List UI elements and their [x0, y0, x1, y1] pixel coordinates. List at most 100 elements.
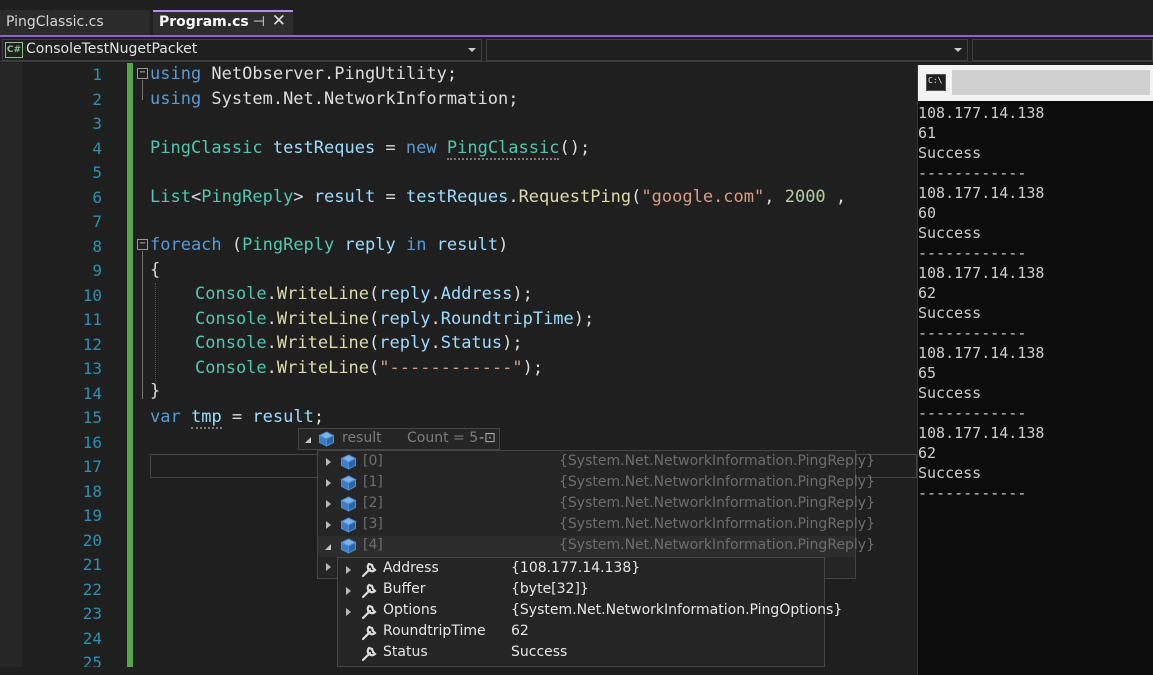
console-line: Success [918, 464, 982, 482]
code-line-8: foreach (PingReply reply in result) [150, 235, 509, 255]
console-line: 108.177.14.138 [918, 344, 1045, 362]
expand-triangle-icon[interactable] [326, 479, 331, 487]
type-dropdown[interactable] [486, 39, 968, 61]
collapse-icon[interactable]: − [137, 239, 148, 250]
collapse-triangle-icon[interactable] [325, 544, 331, 550]
console-app-icon: C:\ _ [926, 74, 946, 92]
property-value: 62 [511, 623, 529, 639]
datatip-item-row[interactable]: [4] {System.Net.NetworkInformation.PingRe… [318, 536, 875, 557]
expand-triangle-icon[interactable] [326, 458, 331, 466]
pin-datatip-icon[interactable]: -⊡ [479, 430, 496, 446]
code-line-12: Console.WriteLine(reply.Status); [195, 333, 523, 353]
console-line: ------------ [918, 244, 1027, 262]
datatip-item-index: [0] [363, 453, 383, 469]
tab-program-cs[interactable]: Program.cs ⊣ ✕ [153, 10, 293, 35]
code-line-11: Console.WriteLine(reply.RoundtripTime); [195, 309, 595, 329]
expand-triangle-icon[interactable] [346, 587, 351, 595]
tab-label: Program.cs [159, 14, 249, 30]
property-name: Buffer [383, 581, 426, 597]
datatip-item-index: [4] [363, 537, 383, 553]
pin-tab-icon[interactable]: ⊣ [253, 12, 265, 33]
property-wrench-icon [361, 562, 377, 578]
datatip-item-value: {System.Net.NetworkInformation.PingReply… [559, 495, 875, 511]
property-name: Options [383, 602, 438, 618]
datatip-item-index: [2] [363, 495, 383, 511]
property-value: {System.Net.NetworkInformation.PingOptio… [511, 602, 843, 618]
code-line-6: List<PingReply> result = testReques.Requ… [150, 187, 847, 207]
console-line: 60 [918, 204, 937, 222]
property-value: {byte[32]} [511, 581, 589, 597]
datatip-property-row[interactable]: Options {System.Net.NetworkInformation.Pi… [338, 601, 842, 622]
console-line: ------------ [918, 164, 1027, 182]
datatip-item-value: {System.Net.NetworkInformation.PingReply… [559, 537, 875, 553]
datatip-item-row[interactable]: [3] {System.Net.NetworkInformation.PingRe… [318, 515, 875, 536]
code-line-14: } [150, 381, 161, 401]
expand-triangle-icon[interactable] [346, 608, 351, 616]
close-tab-icon[interactable]: ✕ [272, 11, 286, 32]
property-name: Status [383, 644, 428, 660]
datatip-property-row[interactable]: RoundtripTime 62 [338, 622, 824, 643]
variable-cube-icon [340, 475, 357, 491]
datatip-header[interactable]: result Count = 5 -⊡ [298, 428, 500, 450]
console-window[interactable]: C:\ _ 108.177.14.138 61 Success ------------… [917, 65, 1153, 675]
console-line: Success [918, 144, 982, 162]
datatip-item-index: [1] [363, 474, 383, 490]
variable-cube-icon [340, 454, 357, 470]
console-line: ------------ [918, 324, 1027, 342]
collapse-icon[interactable]: − [137, 68, 148, 79]
expand-triangle-icon[interactable] [346, 566, 351, 574]
datatip-item-row[interactable]: [2] {System.Net.NetworkInformation.PingRe… [318, 494, 875, 515]
console-line: 62 [918, 284, 937, 302]
project-dropdown[interactable]: C# ConsoleTestNugetPacket [2, 39, 482, 61]
variable-cube-icon [340, 496, 357, 512]
collapse-triangle-icon[interactable] [305, 437, 311, 443]
datatip-item-index: [3] [363, 516, 383, 532]
property-wrench-icon [361, 625, 377, 641]
datatip-item-value: {System.Net.NetworkInformation.PingReply… [559, 453, 875, 469]
variable-cube-icon [318, 431, 335, 447]
console-line: 61 [918, 124, 937, 142]
code-line-15: var tmp = result; [150, 407, 325, 429]
property-name: RoundtripTime [383, 623, 486, 639]
datatip-item-row[interactable]: [1] {System.Net.NetworkInformation.PingRe… [318, 473, 875, 494]
expand-triangle-icon[interactable] [326, 521, 331, 529]
console-line: Success [918, 304, 982, 322]
fold-line [142, 251, 143, 399]
code-line-10: Console.WriteLine(reply.Address); [195, 284, 533, 304]
variable-cube-icon [340, 517, 357, 533]
datatip-property-row[interactable]: Address {108.177.14.138} [338, 559, 824, 580]
property-wrench-icon [361, 583, 377, 599]
console-line: Success [918, 384, 982, 402]
expand-triangle-icon[interactable] [326, 500, 331, 508]
member-dropdown[interactable] [972, 39, 1153, 61]
datatip-item-value: {System.Net.NetworkInformation.PingReply… [559, 474, 875, 490]
project-name: ConsoleTestNugetPacket [26, 41, 198, 57]
console-line: 62 [918, 444, 937, 462]
console-title-bar[interactable]: C:\ _ [918, 65, 1153, 101]
document-tab-bar: PingClassic.cs Program.cs ⊣ ✕ [0, 0, 1153, 35]
expand-triangle-icon[interactable] [326, 563, 331, 571]
csharp-project-icon: C# [5, 42, 23, 58]
code-line-4: PingClassic testReques = new PingClassic… [150, 138, 591, 160]
console-line: 108.177.14.138 [918, 104, 1045, 122]
indent-guide [155, 283, 156, 381]
datatip-property-row[interactable]: Status Success [338, 643, 824, 664]
chevron-down-icon [468, 48, 476, 52]
code-line-1: using NetObserver.PingUtility; [150, 64, 458, 84]
status-bar [0, 667, 917, 675]
datatip-count: Count = 5 [407, 430, 479, 446]
datatip-property-row[interactable]: Buffer {byte[32]} [338, 580, 824, 601]
console-line: 108.177.14.138 [918, 184, 1045, 202]
console-line: 108.177.14.138 [918, 424, 1045, 442]
console-line: 65 [918, 364, 937, 382]
console-line: 108.177.14.138 [918, 264, 1045, 282]
console-line: ------------ [918, 404, 1027, 422]
console-line: Success [918, 224, 982, 242]
datatip-item-row[interactable]: [0] {System.Net.NetworkInformation.PingRe… [318, 452, 875, 473]
property-value: {108.177.14.138} [511, 560, 641, 576]
console-line: ------------ [918, 484, 1027, 502]
tab-pingclassic-cs[interactable]: PingClassic.cs [0, 10, 150, 35]
property-name: Address [383, 560, 439, 576]
console-title-redacted [952, 70, 1150, 95]
code-line-13: Console.WriteLine("------------"); [195, 358, 544, 378]
